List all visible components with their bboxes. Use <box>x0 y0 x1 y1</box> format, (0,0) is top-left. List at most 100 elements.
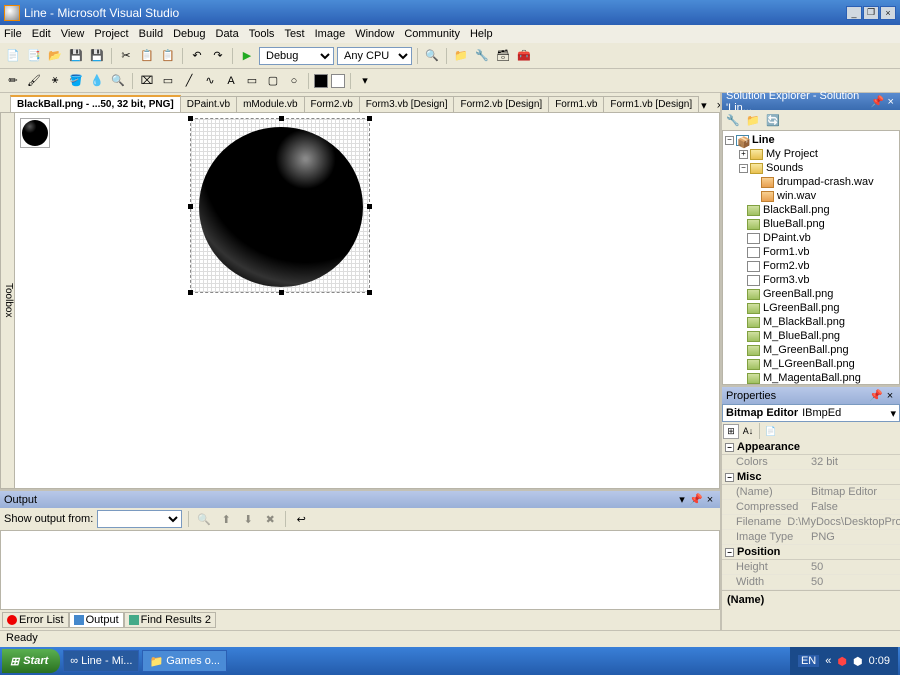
copy-icon[interactable]: 📋 <box>138 47 156 65</box>
menu-view[interactable]: View <box>61 28 85 40</box>
line-icon[interactable]: ╱ <box>180 72 198 90</box>
tab-form3d[interactable]: Form3.vb [Design] <box>359 96 455 112</box>
panel-dropdown-icon[interactable]: ▾ <box>676 494 688 506</box>
tab-dpaint[interactable]: DPaint.vb <box>180 96 237 112</box>
property-grid[interactable]: −AppearanceColors32 bit−Misc(Name)Bitmap… <box>722 440 900 590</box>
resize-handle[interactable] <box>279 290 284 295</box>
tab-blackball[interactable]: BlackBall.png - ...50, 32 bit, PNG] <box>10 95 181 112</box>
output-next-icon[interactable]: ⬇ <box>239 510 257 528</box>
platform-combo[interactable]: Any CPU <box>337 47 412 65</box>
menu-image[interactable]: Image <box>315 28 346 40</box>
resize-handle[interactable] <box>367 290 372 295</box>
tray-icon[interactable]: ⬢ <box>837 655 847 668</box>
text-icon[interactable]: A <box>222 72 240 90</box>
config-combo[interactable]: Debug <box>259 47 334 65</box>
menu-data[interactable]: Data <box>216 28 239 40</box>
tab-form2d[interactable]: Form2.vb [Design] <box>453 96 549 112</box>
undo-icon[interactable]: ↶ <box>188 47 206 65</box>
resize-handle[interactable] <box>188 116 193 121</box>
redo-icon[interactable]: ↷ <box>209 47 227 65</box>
alphabetical-icon[interactable]: A↓ <box>740 424 756 439</box>
menu-project[interactable]: Project <box>94 28 128 40</box>
close-button[interactable]: × <box>880 6 896 20</box>
image-editor[interactable]: Toolbox <box>0 112 720 489</box>
output-prev-icon[interactable]: ⬆ <box>217 510 235 528</box>
resize-handle[interactable] <box>367 204 372 209</box>
tab-form1d[interactable]: Form1.vb [Design] <box>603 96 699 112</box>
zoom-icon[interactable]: 🔍 <box>109 72 127 90</box>
restore-button[interactable]: ❐ <box>863 6 879 20</box>
show-all-icon[interactable]: 📁 <box>744 111 762 129</box>
rect-icon[interactable]: ▭ <box>243 72 261 90</box>
menu-tools[interactable]: Tools <box>249 28 275 40</box>
resize-handle[interactable] <box>279 116 284 121</box>
solution-explorer-icon[interactable]: 📁 <box>452 47 470 65</box>
pin-icon[interactable]: 📌 <box>870 390 882 402</box>
fill-icon[interactable]: 🪣 <box>67 72 85 90</box>
refresh-icon[interactable]: 🔄 <box>764 111 782 129</box>
tab-find-results[interactable]: Find Results 2 <box>124 612 216 628</box>
clock[interactable]: 0:09 <box>869 655 890 667</box>
properties-icon[interactable]: 🔧 <box>724 111 742 129</box>
tray-icon[interactable]: ⬢ <box>853 655 863 668</box>
panel-close-icon[interactable]: × <box>884 390 896 402</box>
resize-handle[interactable] <box>188 204 193 209</box>
new-project-icon[interactable]: 📄 <box>4 47 22 65</box>
minimize-button[interactable]: _ <box>846 6 862 20</box>
tabs-dropdown-icon[interactable]: ▾ <box>698 99 710 112</box>
eraser-icon[interactable]: ⌧ <box>138 72 156 90</box>
fg-color[interactable] <box>314 74 328 88</box>
panel-close-icon[interactable]: × <box>885 96 896 108</box>
menu-debug[interactable]: Debug <box>173 28 205 40</box>
find-icon[interactable]: 🔍 <box>423 47 441 65</box>
open-icon[interactable]: 📂 <box>46 47 64 65</box>
cut-icon[interactable]: ✂ <box>117 47 135 65</box>
tab-mmodule[interactable]: mModule.vb <box>236 96 304 112</box>
save-all-icon[interactable]: 💾 <box>88 47 106 65</box>
resize-handle[interactable] <box>367 116 372 121</box>
pixel-grid-canvas[interactable] <box>190 118 370 293</box>
object-browser-icon[interactable]: 🗃 <box>494 47 512 65</box>
ellipse-icon[interactable]: ○ <box>285 72 303 90</box>
tray-icon[interactable]: « <box>825 655 831 667</box>
taskbar-item-games[interactable]: 📁Games o... <box>142 650 227 672</box>
option-icon[interactable]: ▾ <box>356 72 374 90</box>
output-wrap-icon[interactable]: ↩ <box>292 510 310 528</box>
brush-icon[interactable]: 🖌 <box>25 72 43 90</box>
pin-icon[interactable]: 📌 <box>871 96 883 108</box>
lang-indicator[interactable]: EN <box>798 655 819 667</box>
toolbox-icon[interactable]: 🧰 <box>515 47 533 65</box>
solution-tree[interactable]: −📦Line+My Project−Soundsdrumpad-crash.wa… <box>722 130 900 385</box>
output-clear-icon[interactable]: ✖ <box>261 510 279 528</box>
bg-color[interactable] <box>331 74 345 88</box>
round-rect-icon[interactable]: ▢ <box>264 72 282 90</box>
menu-window[interactable]: Window <box>355 28 394 40</box>
prop-pages-icon[interactable]: 📄 <box>763 424 779 439</box>
eyedropper-icon[interactable]: 💧 <box>88 72 106 90</box>
menu-help[interactable]: Help <box>470 28 493 40</box>
airbrush-icon[interactable]: ⚹ <box>46 72 64 90</box>
pin-icon[interactable]: 📌 <box>690 494 702 506</box>
toolbox-tab[interactable]: Toolbox <box>1 113 15 488</box>
taskbar-item-line[interactable]: ∞Line - Mi... <box>63 650 139 672</box>
properties-object-combo[interactable]: Bitmap EditorIBmpEd ▾ <box>722 404 900 422</box>
menu-edit[interactable]: Edit <box>32 28 51 40</box>
add-item-icon[interactable]: 📑 <box>25 47 43 65</box>
menu-community[interactable]: Community <box>404 28 460 40</box>
save-icon[interactable]: 💾 <box>67 47 85 65</box>
menu-file[interactable]: File <box>4 28 22 40</box>
start-debug-icon[interactable]: ▶ <box>238 47 256 65</box>
panel-close-icon[interactable]: × <box>704 494 716 506</box>
output-source-combo[interactable] <box>97 510 182 528</box>
tab-form2[interactable]: Form2.vb <box>304 96 360 112</box>
output-text[interactable] <box>0 530 720 610</box>
properties-icon[interactable]: 🔧 <box>473 47 491 65</box>
curve-icon[interactable]: ∿ <box>201 72 219 90</box>
system-tray[interactable]: EN « ⬢ ⬢ 0:09 <box>790 647 898 675</box>
paste-icon[interactable]: 📋 <box>159 47 177 65</box>
rect-select-icon[interactable]: ▭ <box>159 72 177 90</box>
output-find-icon[interactable]: 🔍 <box>195 510 213 528</box>
tab-error-list[interactable]: Error List <box>2 612 69 628</box>
tab-output[interactable]: Output <box>69 612 124 628</box>
categorized-icon[interactable]: ⊞ <box>723 424 739 439</box>
